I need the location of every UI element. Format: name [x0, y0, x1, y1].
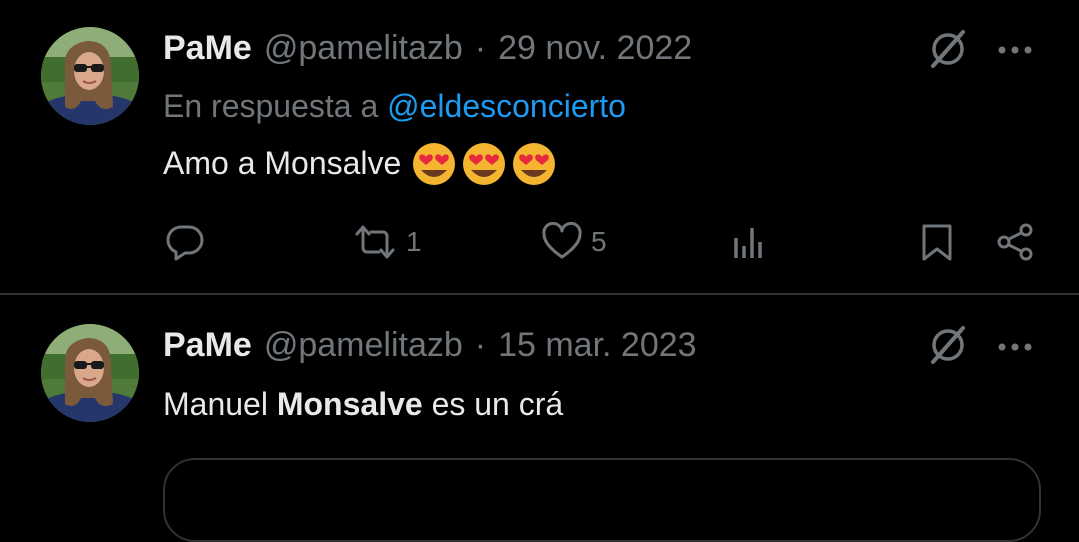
tweet[interactable]: PaMe @pamelitazb · 29 nov. 2022 En respu…	[0, 0, 1079, 294]
separator: ·	[474, 326, 487, 364]
reply-button[interactable]	[165, 222, 205, 262]
separator: ·	[474, 29, 487, 67]
more-icon[interactable]	[997, 340, 1033, 354]
share-icon	[995, 222, 1035, 262]
reply-prefix: En respuesta a	[163, 88, 379, 124]
heart-eyes-emoji	[411, 140, 457, 186]
retweet-count: 1	[406, 226, 422, 257]
tweet-date[interactable]: 15 mar. 2023	[498, 325, 696, 365]
tweet-divider	[0, 293, 1079, 295]
tweet-text: Manuel Monsalve es un crá	[163, 384, 563, 424]
user-handle[interactable]: @pamelitazb	[264, 28, 463, 68]
tweet-text-part: es un crá	[431, 386, 564, 422]
tweet-text-bold: Monsalve	[276, 386, 423, 422]
tweet[interactable]: PaMe @pamelitazb · 15 mar. 2023 Manuel M…	[0, 296, 1079, 542]
tweet-actions: 1 5	[0, 218, 1079, 264]
tweet-header: PaMe @pamelitazb · 29 nov. 2022	[163, 28, 692, 68]
reply-context: En respuesta a @eldesconcierto	[163, 86, 626, 126]
heart-eyes-emoji	[461, 140, 507, 186]
views-icon	[731, 222, 767, 262]
tweet-text-part: Manuel	[163, 386, 268, 422]
reply-icon	[165, 222, 205, 262]
display-name[interactable]: PaMe	[163, 28, 252, 68]
reply-mention-link[interactable]: @eldesconcierto	[387, 88, 626, 124]
retweet-button[interactable]: 1	[352, 222, 422, 262]
like-icon	[541, 222, 583, 262]
user-handle[interactable]: @pamelitazb	[264, 325, 463, 365]
more-icon[interactable]	[997, 43, 1033, 57]
tweet-header: PaMe @pamelitazb · 15 mar. 2023	[163, 325, 697, 365]
like-count: 5	[591, 226, 607, 257]
bookmark-button[interactable]	[919, 222, 955, 262]
avatar[interactable]	[41, 27, 139, 125]
retweet-icon	[352, 222, 398, 262]
views-button[interactable]	[731, 222, 767, 262]
share-button[interactable]	[995, 222, 1035, 262]
heart-eyes-emoji	[511, 140, 557, 186]
display-name[interactable]: PaMe	[163, 325, 252, 365]
grok-icon[interactable]	[925, 26, 971, 72]
tweet-text: Amo a Monsalve	[163, 140, 557, 186]
quoted-card[interactable]	[163, 458, 1041, 542]
grok-icon[interactable]	[925, 322, 971, 368]
tweet-text-body: Amo a Monsalve	[163, 145, 402, 181]
avatar[interactable]	[41, 324, 139, 422]
like-button[interactable]: 5	[541, 222, 607, 262]
bookmark-icon	[919, 222, 955, 262]
tweet-date[interactable]: 29 nov. 2022	[498, 28, 692, 68]
